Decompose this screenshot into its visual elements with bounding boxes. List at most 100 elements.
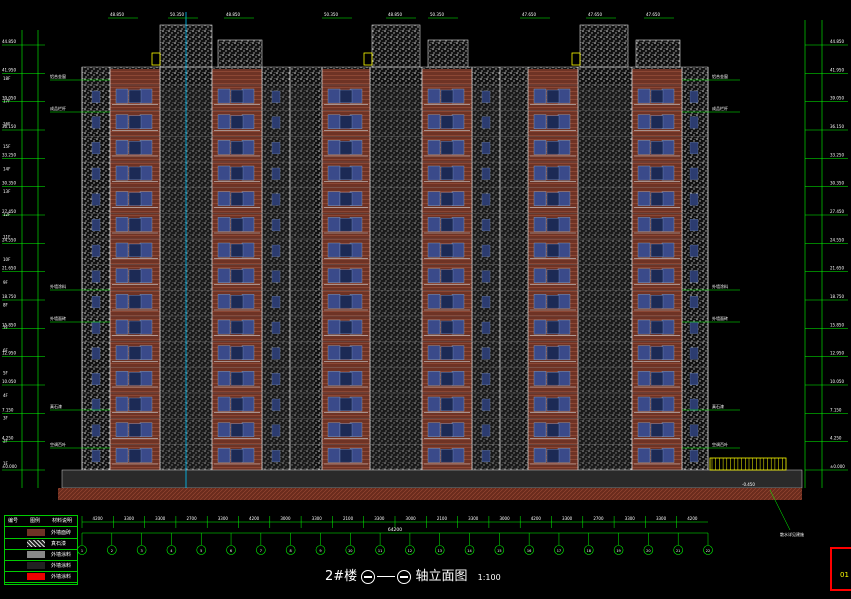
floor-label: 12F xyxy=(3,212,11,217)
stair-window xyxy=(546,449,560,463)
window xyxy=(661,422,675,437)
stair-window xyxy=(339,320,353,335)
stair-window xyxy=(650,423,664,437)
window xyxy=(451,114,465,129)
window xyxy=(115,191,129,206)
stair-window xyxy=(128,243,142,258)
legend-label: 真石漆 xyxy=(51,541,67,547)
stair-window xyxy=(650,346,664,360)
window xyxy=(557,345,571,360)
elevation-label: 44.850 xyxy=(2,39,16,44)
side-window xyxy=(481,244,491,257)
window xyxy=(557,114,571,129)
window xyxy=(557,140,571,155)
window xyxy=(327,294,341,309)
bottom-dim-label: 3300 xyxy=(312,516,323,521)
elevation-label: 36.150 xyxy=(830,124,844,129)
window xyxy=(451,268,465,283)
material-legend: 编号 图例 材料说明 外墙面砖 真石漆 外墙涂料 外墙涂料 外墙涂料 xyxy=(4,515,78,585)
stair-window xyxy=(650,397,664,412)
ground-line xyxy=(58,488,802,500)
window xyxy=(661,217,675,232)
bottom-dim-label: 3300 xyxy=(562,516,573,521)
window xyxy=(327,268,341,283)
window xyxy=(451,371,465,386)
side-window xyxy=(91,424,101,437)
window xyxy=(427,268,441,283)
legend-label: 外墙涂料 xyxy=(51,563,72,569)
side-window xyxy=(689,424,699,437)
window xyxy=(637,191,651,206)
window xyxy=(217,268,231,283)
stair-window xyxy=(128,218,142,232)
window xyxy=(217,140,231,155)
window xyxy=(139,448,153,463)
plinth xyxy=(61,469,803,489)
stair-window xyxy=(440,218,454,232)
window xyxy=(661,345,675,360)
side-window xyxy=(689,193,699,206)
side-window xyxy=(271,398,281,411)
floor-label: 11F xyxy=(3,235,11,240)
axis-label: 21 xyxy=(676,549,680,553)
axis-label: 11 xyxy=(378,549,382,553)
window xyxy=(451,422,465,437)
elevation-label: 18.750 xyxy=(830,294,844,299)
window xyxy=(427,217,441,232)
window xyxy=(661,268,675,283)
roof-tower xyxy=(217,39,263,68)
roof-vent xyxy=(363,52,373,66)
stair-window xyxy=(128,166,142,181)
elevation-label: 41.950 xyxy=(2,67,16,72)
stair-window xyxy=(230,192,244,206)
window xyxy=(241,448,255,463)
entrance-railing xyxy=(709,457,787,471)
stair-window xyxy=(650,243,664,258)
window xyxy=(217,191,231,206)
window xyxy=(533,242,547,258)
ground-note: 散水详见建施 xyxy=(780,531,804,537)
window xyxy=(327,165,341,181)
window xyxy=(557,294,571,309)
window xyxy=(557,268,571,283)
side-window xyxy=(481,373,491,386)
window xyxy=(637,114,651,129)
side-window xyxy=(91,244,101,257)
recess-strip xyxy=(578,87,630,470)
stair-window xyxy=(128,372,142,386)
window xyxy=(637,165,651,181)
side-window xyxy=(689,90,699,103)
window xyxy=(115,294,129,309)
window xyxy=(115,88,129,104)
top-callout: 48.850 xyxy=(110,12,124,17)
window xyxy=(217,396,231,412)
bottom-dim-label: 3000 xyxy=(499,516,510,521)
total-dim-label: 64200 xyxy=(388,527,402,533)
window xyxy=(533,268,547,283)
side-callout: 铝合金窗 xyxy=(712,73,728,79)
stair-window xyxy=(440,295,454,309)
window xyxy=(533,345,547,360)
window xyxy=(451,88,465,104)
axis-label: 22 xyxy=(706,549,710,553)
top-callout: 50.350 xyxy=(324,12,338,17)
window xyxy=(115,217,129,232)
window xyxy=(637,422,651,437)
window xyxy=(451,140,465,155)
stair-window xyxy=(650,115,664,129)
side-callout: 外墙涂料 xyxy=(50,283,66,289)
window xyxy=(557,448,571,463)
side-window xyxy=(689,373,699,386)
side-window xyxy=(481,90,491,103)
window xyxy=(241,191,255,206)
window xyxy=(427,371,441,386)
roof-tower xyxy=(635,39,681,68)
window xyxy=(427,396,441,412)
side-window xyxy=(689,142,699,155)
window xyxy=(327,114,341,129)
window xyxy=(241,294,255,309)
roof-vent xyxy=(151,52,161,66)
window xyxy=(217,114,231,129)
window xyxy=(139,294,153,309)
side-window xyxy=(91,142,101,155)
